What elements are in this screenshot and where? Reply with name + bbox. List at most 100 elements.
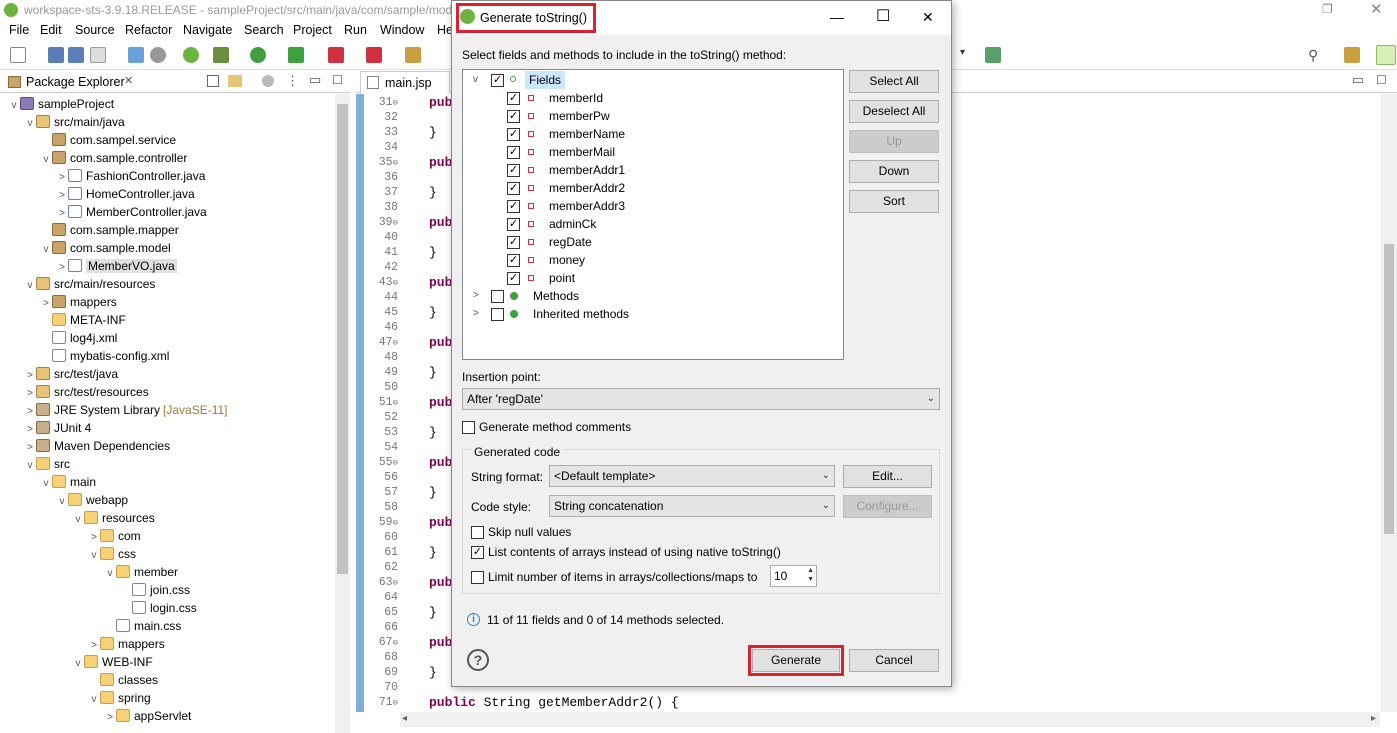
- sort-button[interactable]: Sort: [849, 190, 939, 213]
- chevron-down-icon[interactable]: v: [88, 691, 100, 709]
- menu-source[interactable]: Source: [75, 23, 115, 37]
- fields-checkbox[interactable]: ✓: [491, 74, 504, 87]
- inherited-methods-checkbox[interactable]: [491, 308, 504, 321]
- chevron-down-icon[interactable]: v: [40, 241, 52, 259]
- disconnect-icon[interactable]: [366, 47, 382, 63]
- tree-item[interactable]: > com: [88, 527, 141, 545]
- minimize-view-icon[interactable]: ▭: [309, 72, 321, 88]
- field-checkbox[interactable]: ✓: [507, 164, 520, 177]
- menu-file[interactable]: File: [9, 23, 29, 37]
- chevron-down-icon[interactable]: v: [104, 565, 116, 583]
- tab-main-jsp[interactable]: main.jsp: [360, 71, 450, 93]
- scroll-right-icon[interactable]: ▸: [1371, 713, 1376, 724]
- close-dialog-icon[interactable]: ✕: [922, 9, 934, 26]
- chevron-down-icon[interactable]: ▾: [960, 47, 968, 63]
- down-button[interactable]: Down: [849, 160, 939, 183]
- tree-item[interactable]: main.css: [104, 617, 181, 635]
- tree-item[interactable]: > src/test/java: [24, 365, 118, 383]
- field-row[interactable]: ✓ memberPw: [463, 107, 663, 125]
- chevron-down-icon[interactable]: v: [24, 457, 36, 475]
- tree-item[interactable]: META-INF: [40, 311, 126, 329]
- filter-icon[interactable]: [262, 75, 274, 87]
- run-external-icon[interactable]: [288, 47, 304, 63]
- chevron-down-icon[interactable]: v: [40, 475, 52, 493]
- field-checkbox[interactable]: ✓: [507, 182, 520, 195]
- field-row[interactable]: ✓ memberAddr2: [463, 179, 663, 197]
- tree-item[interactable]: v main: [40, 473, 96, 491]
- skip-null-checkbox[interactable]: [471, 526, 484, 539]
- methods-group-row[interactable]: > Methods: [463, 287, 663, 305]
- up-button[interactable]: Up: [849, 130, 939, 153]
- field-row[interactable]: ✓ memberAddr3: [463, 197, 663, 215]
- package-explorer-tab[interactable]: Package Explorer ✕ ⋮ ▭ ☐: [0, 71, 350, 93]
- field-checkbox[interactable]: ✓: [507, 272, 520, 285]
- restore-window-icon[interactable]: ❐: [1322, 2, 1336, 16]
- select-all-button[interactable]: Select All: [849, 70, 939, 93]
- tree-item[interactable]: > JUnit 4: [24, 419, 91, 437]
- fold-icon[interactable]: ⊖: [393, 578, 398, 588]
- chevron-right-icon[interactable]: >: [473, 305, 479, 323]
- limit-items-spinner[interactable]: 10 ▲ ▼: [770, 565, 817, 587]
- print-icon[interactable]: [90, 47, 106, 63]
- open-perspective-icon[interactable]: [985, 47, 1001, 63]
- field-row[interactable]: ✓ money: [463, 251, 663, 269]
- tree-item[interactable]: > mappers: [88, 635, 165, 653]
- tree-item[interactable]: > JRE System Library [JavaSE-11]: [24, 401, 228, 419]
- close-view-icon[interactable]: ✕: [124, 74, 133, 87]
- help-icon[interactable]: ?: [467, 649, 489, 671]
- chevron-right-icon[interactable]: >: [473, 287, 479, 305]
- save-all-icon[interactable]: [68, 47, 84, 63]
- chevron-down-icon[interactable]: v: [8, 97, 20, 115]
- editor-horizontal-scrollbar[interactable]: ◂ ▸: [400, 712, 1380, 727]
- cancel-button[interactable]: Cancel: [849, 649, 939, 672]
- tree-item[interactable]: > appServlet: [104, 707, 191, 725]
- field-checkbox[interactable]: ✓: [507, 146, 520, 159]
- field-checkbox[interactable]: ✓: [507, 218, 520, 231]
- field-checkbox[interactable]: ✓: [507, 92, 520, 105]
- fields-group-row[interactable]: v ✓ Fields: [463, 71, 583, 89]
- tree-item[interactable]: join.css: [120, 581, 190, 599]
- list-arrays-checkbox[interactable]: ✓: [471, 546, 484, 559]
- fold-icon[interactable]: ⊖: [393, 98, 398, 108]
- search-icon[interactable]: ⚲: [1308, 47, 1324, 63]
- tree-item[interactable]: > HomeController.java: [56, 185, 195, 203]
- fold-icon[interactable]: ⊖: [393, 698, 398, 708]
- link-editor-icon[interactable]: [228, 75, 242, 87]
- field-row[interactable]: ✓ regDate: [463, 233, 663, 251]
- open-type-icon[interactable]: [405, 47, 421, 63]
- tree-item[interactable]: classes: [88, 671, 158, 689]
- field-checkbox[interactable]: ✓: [507, 254, 520, 267]
- spring-boot-icon[interactable]: [183, 47, 199, 63]
- fold-icon[interactable]: ⊖: [393, 278, 398, 288]
- menu-edit[interactable]: Edit: [40, 23, 62, 37]
- fold-icon[interactable]: ⊖: [393, 338, 398, 348]
- terminal-icon[interactable]: [128, 47, 144, 63]
- save-icon[interactable]: [48, 47, 64, 63]
- perspective-spring-icon[interactable]: [1376, 45, 1396, 65]
- edit-template-button[interactable]: Edit...: [843, 465, 932, 488]
- tree-item[interactable]: > MemberVO.java: [56, 257, 177, 275]
- tree-item[interactable]: mybatis-config.xml: [40, 347, 169, 365]
- tree-item[interactable]: v WEB-INF: [72, 653, 153, 671]
- tree-item[interactable]: v css: [88, 545, 136, 563]
- spinner-arrows-icon[interactable]: ▲ ▼: [807, 566, 814, 584]
- deselect-all-button[interactable]: Deselect All: [849, 100, 939, 123]
- tree-item[interactable]: v com.sample.controller: [40, 149, 187, 167]
- chevron-right-icon[interactable]: >: [104, 709, 116, 727]
- string-format-select[interactable]: <Default template> ⌄: [549, 465, 835, 487]
- editor-scroll-thumb[interactable]: [1384, 244, 1394, 534]
- menu-run[interactable]: Run: [344, 23, 367, 37]
- menu-window[interactable]: Window: [380, 23, 424, 37]
- field-row[interactable]: ✓ point: [463, 269, 663, 287]
- tree-item[interactable]: v sampleProject: [8, 95, 114, 113]
- methods-checkbox[interactable]: [491, 290, 504, 303]
- run-icon[interactable]: [250, 47, 266, 63]
- tree-item[interactable]: com.sampel.service: [40, 131, 176, 149]
- generate-comments-checkbox[interactable]: [462, 421, 475, 434]
- chevron-down-icon[interactable]: v: [24, 277, 36, 295]
- field-checkbox[interactable]: ✓: [507, 128, 520, 141]
- tree-item[interactable]: v member: [104, 563, 178, 581]
- chevron-down-icon[interactable]: v: [40, 151, 52, 169]
- collapse-all-icon[interactable]: [207, 75, 219, 87]
- field-checkbox[interactable]: ✓: [507, 200, 520, 213]
